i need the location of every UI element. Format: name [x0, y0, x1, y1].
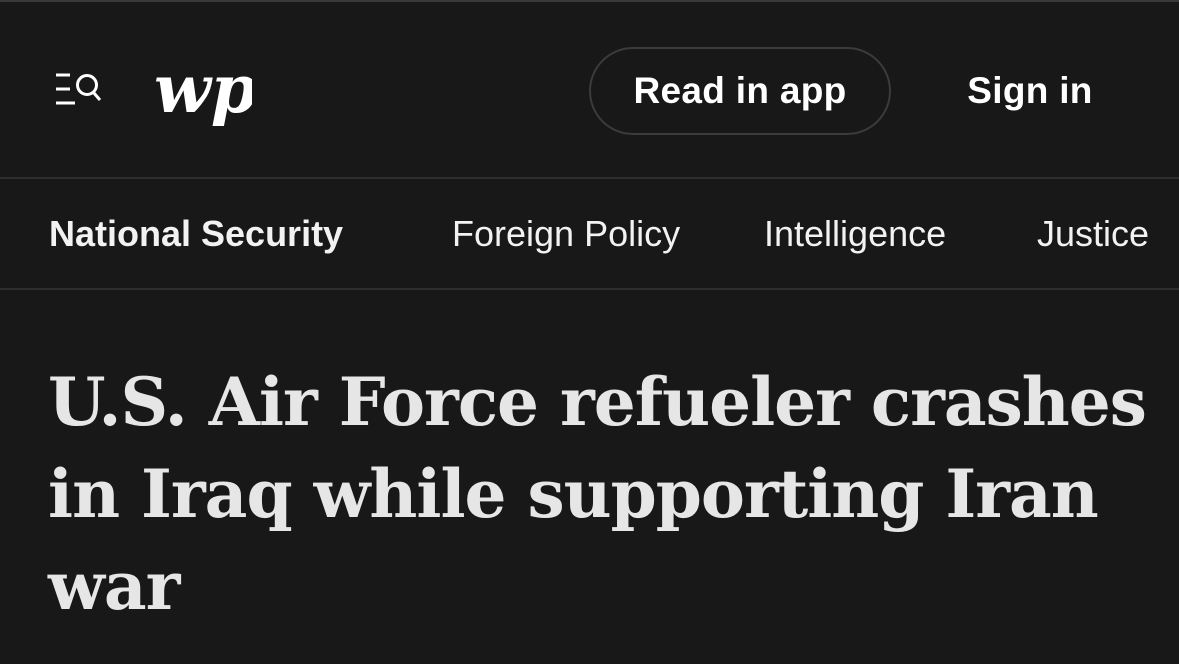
wp-logo[interactable]: wp: [152, 50, 257, 134]
subnav-item-intelligence[interactable]: Intelligence: [764, 179, 946, 288]
subnav-item-national-security[interactable]: National Security: [49, 179, 343, 288]
site-header: wp Read in app Sign in: [0, 2, 1179, 178]
article-headline: U.S. Air Force refueler crashes in Iraq …: [48, 363, 1147, 625]
read-in-app-button[interactable]: Read in app: [589, 47, 891, 135]
menu-search-button[interactable]: [50, 68, 106, 114]
subnav-item-justice[interactable]: Justice: [1037, 179, 1149, 288]
sign-in-link[interactable]: Sign in: [930, 47, 1130, 135]
menu-search-icon: [56, 73, 102, 105]
section-subnav: National Security Foreign Policy Intelli…: [0, 179, 1179, 288]
wp-logo-icon: wp: [154, 50, 257, 128]
wp-logo-text: wp: [154, 54, 252, 128]
subnav-item-foreign-policy[interactable]: Foreign Policy: [452, 179, 680, 288]
subnav-divider: [0, 288, 1179, 290]
